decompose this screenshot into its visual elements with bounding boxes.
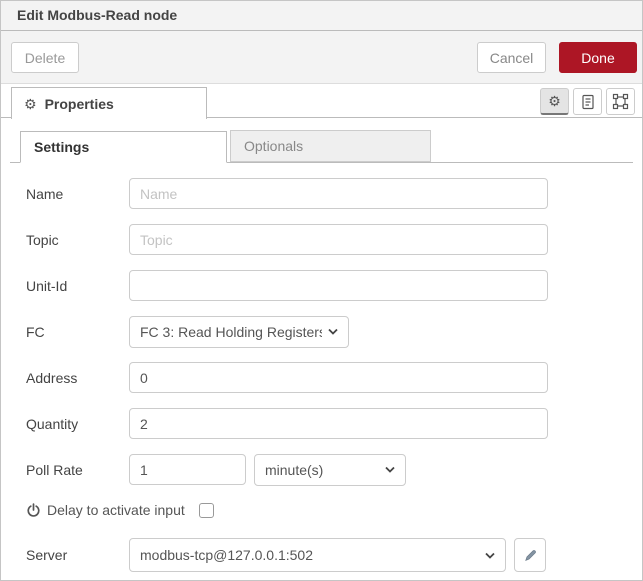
quantity-label: Quantity [26,416,129,432]
pencil-icon [523,548,538,563]
document-icon [581,94,595,110]
delay-row: Delay to activate input [26,500,642,520]
dialog-toolbar: Delete Cancel Done [1,31,642,84]
tab-settings[interactable]: Settings [20,131,227,163]
gear-icon: ⚙ [548,94,561,108]
server-label: Server [26,547,129,563]
name-label: Name [26,186,129,202]
delete-button[interactable]: Delete [11,42,79,73]
quantity-row: Quantity [26,408,642,439]
tab-optionals[interactable]: Optionals [230,130,431,162]
fc-select-value: FC 3: Read Holding Registers [140,324,322,340]
server-row: Server modbus-tcp@127.0.0.1:502 [26,538,642,572]
power-icon [26,503,41,518]
address-label: Address [26,370,129,386]
tab-properties-label: Properties [45,96,114,112]
edit-server-button[interactable] [514,538,546,572]
delay-label-text: Delay to activate input [47,502,185,518]
dialog-title: Edit Modbus-Read node [1,1,642,31]
chevron-down-icon [385,466,395,473]
poll-rate-label: Poll Rate [26,462,129,478]
editor-tab-row: ⚙ Properties ⚙ [1,84,642,118]
fc-row: FC FC 3: Read Holding Registers [26,316,642,347]
address-row: Address [26,362,642,393]
tab-properties[interactable]: ⚙ Properties [11,87,207,119]
poll-rate-unit-value: minute(s) [265,462,379,478]
properties-gear-button[interactable]: ⚙ [540,88,569,115]
topic-label: Topic [26,232,129,248]
unit-id-input[interactable] [129,270,548,301]
unit-id-row: Unit-Id [26,270,642,301]
edit-node-dialog: Edit Modbus-Read node Delete Cancel Done… [0,0,643,581]
server-select[interactable]: modbus-tcp@127.0.0.1:502 [129,538,506,572]
poll-rate-unit-select[interactable]: minute(s) [254,454,406,486]
topic-input[interactable] [129,224,548,255]
poll-rate-input[interactable] [129,454,246,485]
topic-row: Topic [26,224,642,255]
fc-label: FC [26,324,129,340]
gear-icon: ⚙ [24,97,37,111]
settings-form: Name Topic Unit-Id FC FC 3: Read Holding… [1,163,642,572]
description-button[interactable] [573,88,602,115]
server-select-value: modbus-tcp@127.0.0.1:502 [140,547,479,563]
done-button[interactable]: Done [559,42,637,73]
name-row: Name [26,178,642,209]
poll-rate-row: Poll Rate minute(s) [26,454,642,485]
appearance-frame-icon [612,93,629,110]
editor-tab-icon-buttons: ⚙ [540,88,635,115]
name-input[interactable] [129,178,548,209]
delay-label: Delay to activate input [26,502,199,518]
address-input[interactable] [129,362,548,393]
chevron-down-icon [328,328,338,335]
fc-select[interactable]: FC 3: Read Holding Registers [129,316,349,348]
cancel-button[interactable]: Cancel [477,42,546,73]
quantity-input[interactable] [129,408,548,439]
chevron-down-icon [485,552,495,559]
unit-id-label: Unit-Id [26,278,129,294]
delay-checkbox[interactable] [199,503,214,518]
appearance-button[interactable] [606,88,635,115]
settings-optionals-tabs: Settings Optionals [10,131,633,163]
